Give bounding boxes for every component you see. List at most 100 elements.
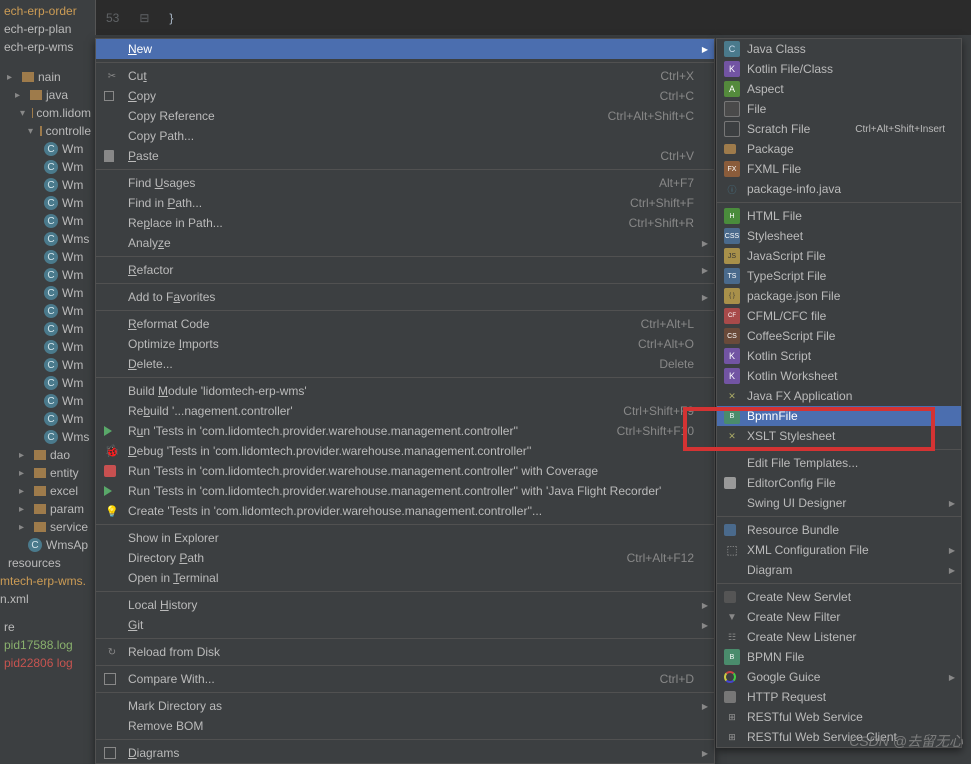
tree-folder[interactable]: param (0, 500, 95, 518)
class-file[interactable]: CWm (0, 374, 95, 392)
menu-item-mark-directory-as[interactable]: Mark Directory as▶ (96, 696, 714, 716)
menu-item-copy-reference[interactable]: Copy ReferenceCtrl+Alt+Shift+C (96, 106, 714, 126)
new-item-scratch-file[interactable]: Scratch FileCtrl+Alt+Shift+Insert (717, 119, 961, 139)
new-item-kotlin-script[interactable]: KKotlin Script (717, 346, 961, 366)
menu-item-paste[interactable]: PasteCtrl+V (96, 146, 714, 166)
menu-item-debug-tests-in-com-lidomtech-p[interactable]: Debug 'Tests in 'com.lidomtech.provider.… (96, 441, 714, 461)
new-item-editorconfig-file[interactable]: EditorConfig File (717, 473, 961, 493)
menu-item-remove-bom[interactable]: Remove BOM (96, 716, 714, 736)
project-node[interactable]: ech-erp-wms (0, 38, 95, 56)
menu-item-find-usages[interactable]: Find UsagesAlt+F7 (96, 173, 714, 193)
menu-item-build-module-lidomtech-erp-wms[interactable]: Build Module 'lidomtech-erp-wms' (96, 381, 714, 401)
menu-item-run-tests-in-com-lidomtech-pro[interactable]: Run 'Tests in 'com.lidomtech.provider.wa… (96, 421, 714, 441)
new-item-create-new-listener[interactable]: Create New Listener (717, 627, 961, 647)
new-item-resource-bundle[interactable]: Resource Bundle (717, 520, 961, 540)
new-item-aspect[interactable]: AAspect (717, 79, 961, 99)
new-item-bpmnfile[interactable]: BBpmnFile (717, 406, 961, 426)
new-item-bpmn-file[interactable]: BBPMN File (717, 647, 961, 667)
tree-node[interactable]: re (0, 618, 95, 636)
new-item-swing-ui-designer[interactable]: Swing UI Designer▶ (717, 493, 961, 513)
menu-item-open-in-terminal[interactable]: Open in Terminal (96, 568, 714, 588)
menu-item-rebuild-nagement-controller-[interactable]: Rebuild '...nagement.controller'Ctrl+Shi… (96, 401, 714, 421)
new-item-java-class[interactable]: CJava Class (717, 39, 961, 59)
class-file[interactable]: CWm (0, 194, 95, 212)
class-file[interactable]: CWms (0, 428, 95, 446)
project-node[interactable]: ech-erp-order (0, 2, 95, 20)
new-item-kotlin-worksheet[interactable]: KKotlin Worksheet (717, 366, 961, 386)
menu-item-run-tests-in-com-lidomtech-pro[interactable]: Run 'Tests in 'com.lidomtech.provider.wa… (96, 461, 714, 481)
menu-item-directory-path[interactable]: Directory PathCtrl+Alt+F12 (96, 548, 714, 568)
class-file[interactable]: CWms (0, 230, 95, 248)
new-item-restful-web-service[interactable]: RESTful Web Service (717, 707, 961, 727)
new-item-edit-file-templates-[interactable]: Edit File Templates... (717, 453, 961, 473)
class-file[interactable]: CWm (0, 284, 95, 302)
class-file[interactable]: CWm (0, 140, 95, 158)
tree-node[interactable]: n.xml (0, 590, 95, 608)
tree-folder[interactable]: com.lidom (0, 104, 95, 122)
new-item-java-fx-application[interactable]: Java FX Application (717, 386, 961, 406)
menu-item-cut[interactable]: CutCtrl+X (96, 66, 714, 86)
new-item-package[interactable]: Package (717, 139, 961, 159)
menu-item-reload-from-disk[interactable]: Reload from Disk (96, 642, 714, 662)
class-file[interactable]: CWm (0, 410, 95, 428)
menu-item-local-history[interactable]: Local History▶ (96, 595, 714, 615)
context-menu[interactable]: New▶ CutCtrl+XCopyCtrl+CCopy ReferenceCtr… (95, 38, 715, 764)
menu-item-delete-[interactable]: Delete...Delete (96, 354, 714, 374)
project-node[interactable]: ech-erp-plan (0, 20, 95, 38)
new-item-google-guice[interactable]: Google Guice▶ (717, 667, 961, 687)
new-submenu[interactable]: CJava ClassKKotlin File/ClassAAspectFile… (716, 38, 962, 748)
tree-folder[interactable]: dao (0, 446, 95, 464)
new-item-stylesheet[interactable]: CSSStylesheet (717, 226, 961, 246)
class-file[interactable]: CWm (0, 248, 95, 266)
class-file[interactable]: CWm (0, 266, 95, 284)
menu-item-find-in-path-[interactable]: Find in Path...Ctrl+Shift+F (96, 193, 714, 213)
class-file[interactable]: CWmsAp (0, 536, 95, 554)
class-file[interactable]: CWm (0, 302, 95, 320)
new-item-fxml-file[interactable]: FXFXML File (717, 159, 961, 179)
menu-item-copy-path-[interactable]: Copy Path... (96, 126, 714, 146)
new-item-javascript-file[interactable]: JSJavaScript File (717, 246, 961, 266)
gutter-fold-icon[interactable]: ⊟ (139, 11, 149, 25)
class-file[interactable]: CWm (0, 176, 95, 194)
new-item-typescript-file[interactable]: TSTypeScript File (717, 266, 961, 286)
menu-item-show-in-explorer[interactable]: Show in Explorer (96, 528, 714, 548)
class-file[interactable]: CWm (0, 338, 95, 356)
menu-item-git[interactable]: Git▶ (96, 615, 714, 635)
tree-folder[interactable]: controlle (0, 122, 95, 140)
class-file[interactable]: CWm (0, 158, 95, 176)
menu-item-compare-with-[interactable]: Compare With...Ctrl+D (96, 669, 714, 689)
tree-folder[interactable]: service (0, 518, 95, 536)
menu-item-refactor[interactable]: Refactor▶ (96, 260, 714, 280)
new-item-kotlin-file-class[interactable]: KKotlin File/Class (717, 59, 961, 79)
menu-item-create-tests-in-com-lidomtech-[interactable]: Create 'Tests in 'com.lidomtech.provider… (96, 501, 714, 521)
tree-node[interactable]: resources (0, 554, 95, 572)
class-file[interactable]: CWm (0, 212, 95, 230)
log-file[interactable]: pid22806 log (0, 654, 95, 672)
menu-item-diagrams[interactable]: Diagrams▶ (96, 743, 714, 763)
class-file[interactable]: CWm (0, 356, 95, 374)
class-file[interactable]: CWm (0, 392, 95, 410)
class-file[interactable]: CWm (0, 320, 95, 338)
log-file[interactable]: pid17588.log (0, 636, 95, 654)
tree-folder[interactable]: excel (0, 482, 95, 500)
menu-item-copy[interactable]: CopyCtrl+C (96, 86, 714, 106)
new-item-html-file[interactable]: HHTML File (717, 206, 961, 226)
tree-folder[interactable]: nain (0, 68, 95, 86)
menu-item-analyze[interactable]: Analyze▶ (96, 233, 714, 253)
new-item-file[interactable]: File (717, 99, 961, 119)
new-item-create-new-servlet[interactable]: Create New Servlet (717, 587, 961, 607)
new-item-create-new-filter[interactable]: Create New Filter (717, 607, 961, 627)
new-item-diagram[interactable]: Diagram▶ (717, 560, 961, 580)
menu-item-add-to-favorites[interactable]: Add to Favorites▶ (96, 287, 714, 307)
menu-item-run-tests-in-com-lidomtech-pro[interactable]: Run 'Tests in 'com.lidomtech.provider.wa… (96, 481, 714, 501)
new-item-xslt-stylesheet[interactable]: XSLT Stylesheet (717, 426, 961, 446)
new-item-xml-configuration-file[interactable]: XML Configuration File▶ (717, 540, 961, 560)
menu-item-new[interactable]: New▶ (96, 39, 714, 59)
menu-item-reformat-code[interactable]: Reformat CodeCtrl+Alt+L (96, 314, 714, 334)
new-item-package-info-java[interactable]: package-info.java (717, 179, 961, 199)
tree-folder[interactable]: entity (0, 464, 95, 482)
tree-node[interactable]: mtech-erp-wms. (0, 572, 95, 590)
new-item-package-json-file[interactable]: { }package.json File (717, 286, 961, 306)
menu-item-optimize-imports[interactable]: Optimize ImportsCtrl+Alt+O (96, 334, 714, 354)
tree-folder[interactable]: java (0, 86, 95, 104)
